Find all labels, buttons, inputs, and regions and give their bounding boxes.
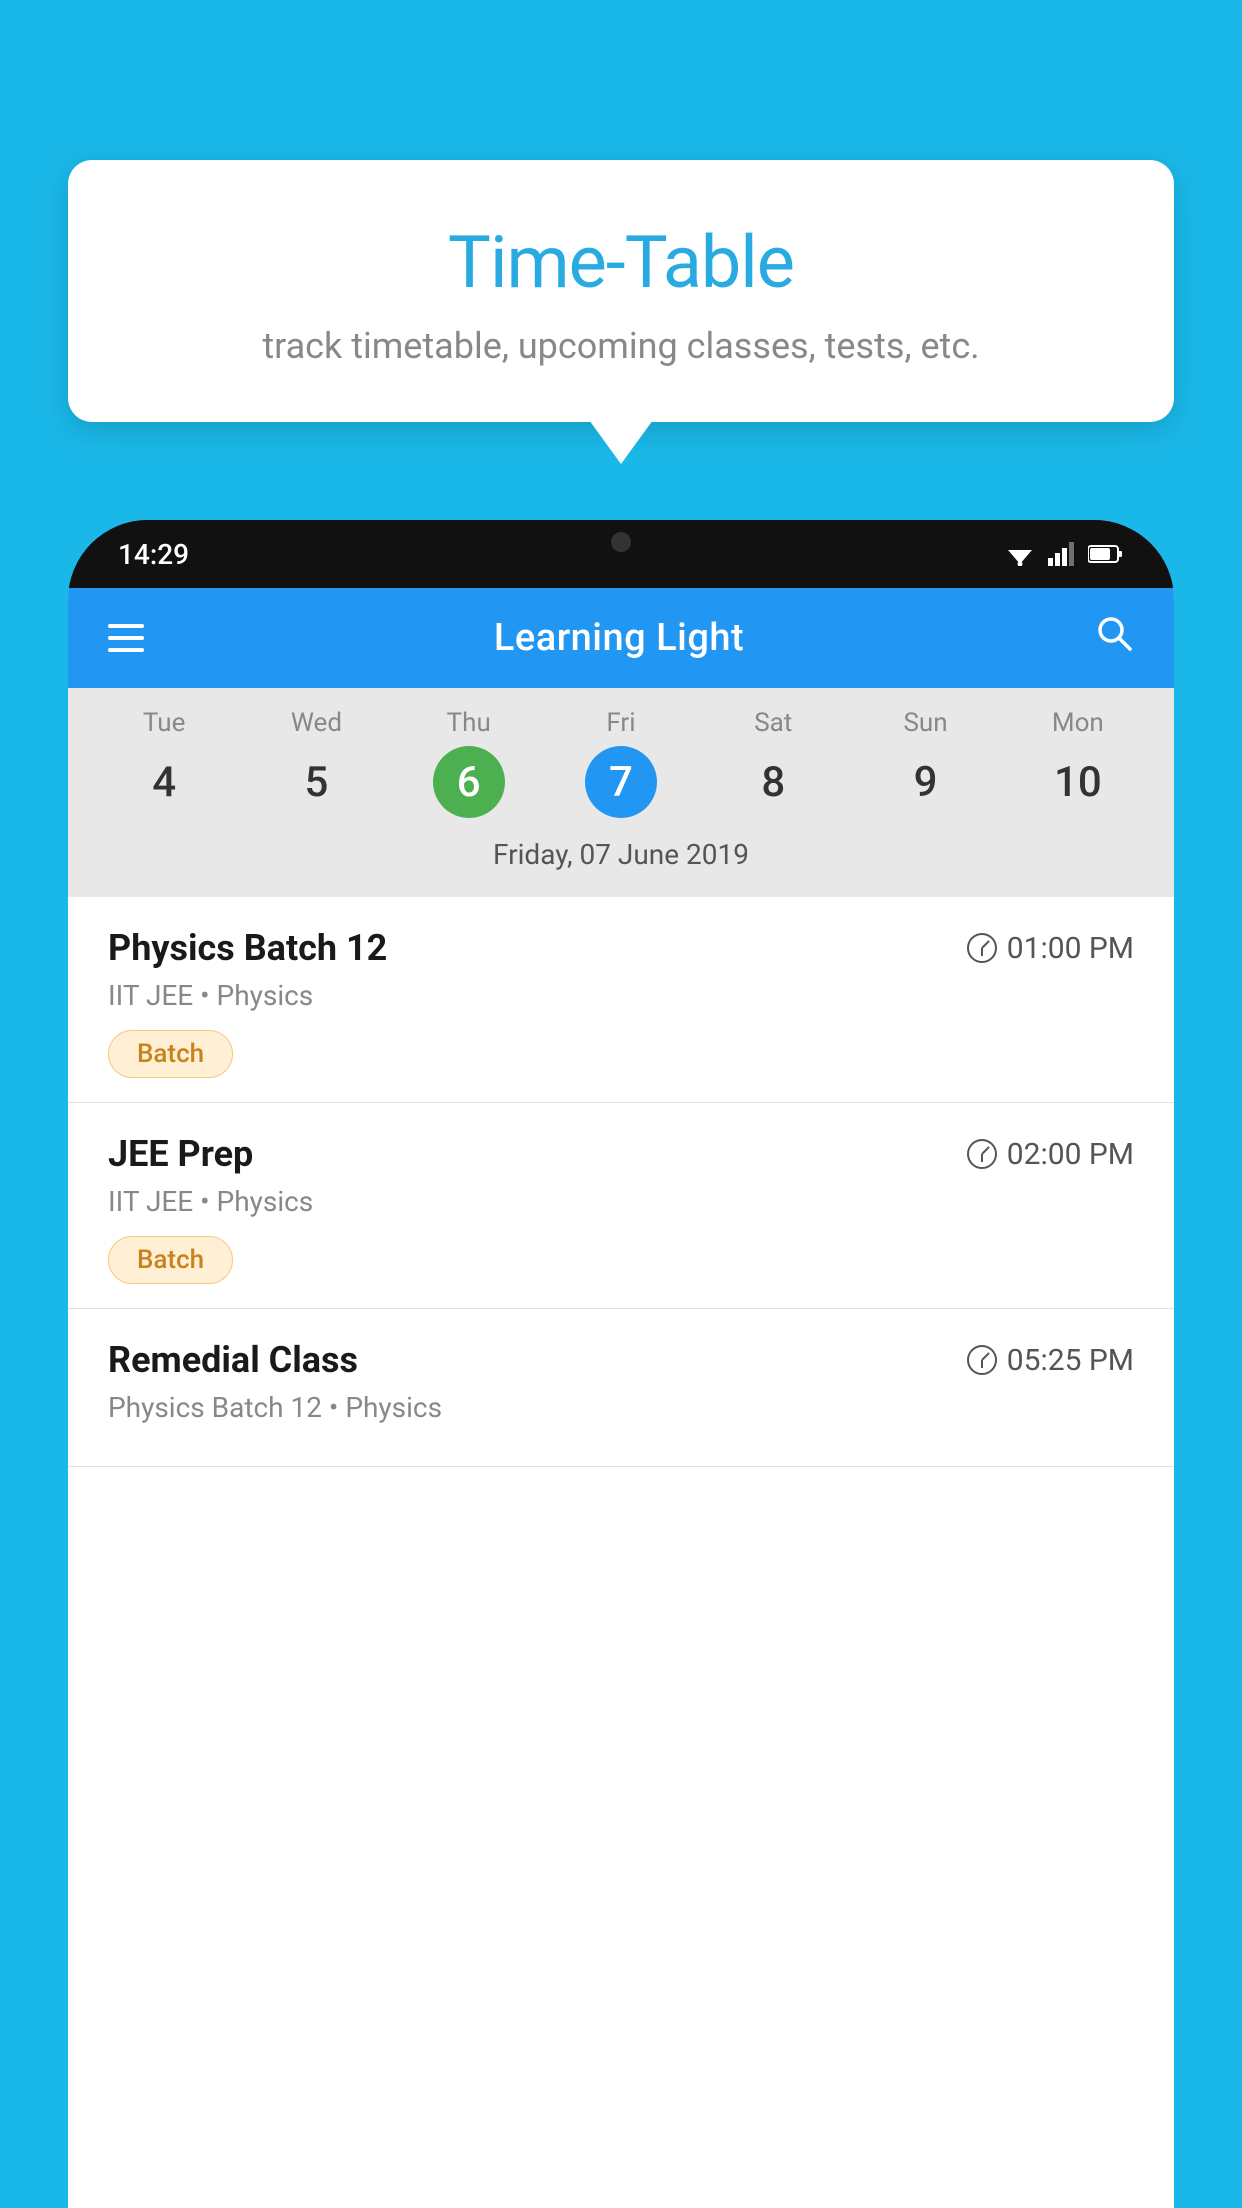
schedule-item[interactable]: Physics Batch 12 01:00 PM IIT JEE • Phys… (68, 897, 1174, 1103)
schedule-item-row: Physics Batch 12 01:00 PM (108, 927, 1134, 969)
schedule-item-row: Remedial Class 05:25 PM (108, 1339, 1134, 1381)
phone-camera (611, 532, 631, 552)
day-item-thu[interactable]: Thu 6 (409, 708, 529, 818)
clock-icon (967, 933, 997, 963)
schedule-name: JEE Prep (108, 1133, 253, 1175)
day-item-wed[interactable]: Wed 5 (256, 708, 376, 818)
calendar-strip: Tue 4 Wed 5 Thu 6 Fri 7 Sat 8 Sun 9 Mon 10 Friday, 07… (68, 688, 1174, 897)
batch-tag: Batch (108, 1030, 233, 1078)
day-number: 4 (128, 746, 200, 818)
day-number: 7 (585, 746, 657, 818)
schedule-meta: Physics Batch 12 • Physics (108, 1391, 1134, 1424)
tooltip-title: Time-Table (118, 220, 1124, 305)
day-name: Fri (606, 708, 635, 738)
signal-icon (1048, 542, 1076, 566)
batch-tag: Batch (108, 1236, 233, 1284)
day-number: 9 (890, 746, 962, 818)
schedule-time: 05:25 PM (967, 1343, 1134, 1378)
tooltip-subtitle: track timetable, upcoming classes, tests… (118, 325, 1124, 367)
search-button[interactable] (1094, 613, 1134, 663)
day-item-fri[interactable]: Fri 7 (561, 708, 681, 818)
schedule-time: 02:00 PM (967, 1137, 1134, 1172)
day-number: 6 (433, 746, 505, 818)
schedule-time: 01:00 PM (967, 931, 1134, 966)
day-name: Tue (143, 708, 185, 738)
schedule-time-text: 02:00 PM (1007, 1137, 1134, 1172)
schedule-time-text: 05:25 PM (1007, 1343, 1134, 1378)
app-screen: Learning Light Tue4Wed5Thu6Fri7Sat8Sun9M… (68, 588, 1174, 2208)
schedule-meta: IIT JEE • Physics (108, 979, 1134, 1012)
app-header: Learning Light (68, 588, 1174, 688)
phone-notch (541, 520, 701, 570)
schedule-item[interactable]: Remedial Class 05:25 PM Physics Batch 12… (68, 1309, 1174, 1467)
wifi-icon (1004, 542, 1036, 566)
day-item-mon[interactable]: Mon 10 (1018, 708, 1138, 818)
selected-date-label: Friday, 07 June 2019 (68, 828, 1174, 887)
status-icons (1004, 542, 1124, 566)
day-number: 10 (1042, 746, 1114, 818)
schedule-name: Remedial Class (108, 1339, 358, 1381)
day-name: Sat (754, 708, 792, 738)
schedule-time-text: 01:00 PM (1007, 931, 1134, 966)
day-item-sat[interactable]: Sat 8 (713, 708, 833, 818)
schedule-name: Physics Batch 12 (108, 927, 387, 969)
days-row: Tue 4 Wed 5 Thu 6 Fri 7 Sat 8 Sun 9 Mon 10 (68, 708, 1174, 818)
day-name: Mon (1052, 708, 1104, 738)
clock-icon (967, 1345, 997, 1375)
day-name: Thu (447, 708, 491, 738)
schedule-list: Physics Batch 12 01:00 PM IIT JEE • Phys… (68, 897, 1174, 2208)
hamburger-menu-button[interactable] (108, 624, 144, 652)
status-time: 14:29 (118, 538, 189, 571)
day-number: 8 (737, 746, 809, 818)
app-title: Learning Light (494, 616, 744, 660)
tooltip-card: Time-Table track timetable, upcoming cla… (68, 160, 1174, 422)
day-name: Wed (291, 708, 342, 738)
search-icon (1094, 613, 1134, 653)
day-item-sun[interactable]: Sun 9 (866, 708, 986, 818)
schedule-item-row: JEE Prep 02:00 PM (108, 1133, 1134, 1175)
phone-frame: 14:29 (68, 520, 1174, 2208)
day-item-tue[interactable]: Tue 4 (104, 708, 224, 818)
day-number: 5 (280, 746, 352, 818)
status-bar: 14:29 (68, 520, 1174, 588)
battery-icon (1088, 544, 1124, 564)
schedule-meta: IIT JEE • Physics (108, 1185, 1134, 1218)
day-name: Sun (903, 708, 947, 738)
schedule-item[interactable]: JEE Prep 02:00 PM IIT JEE • Physics Batc… (68, 1103, 1174, 1309)
clock-icon (967, 1139, 997, 1169)
